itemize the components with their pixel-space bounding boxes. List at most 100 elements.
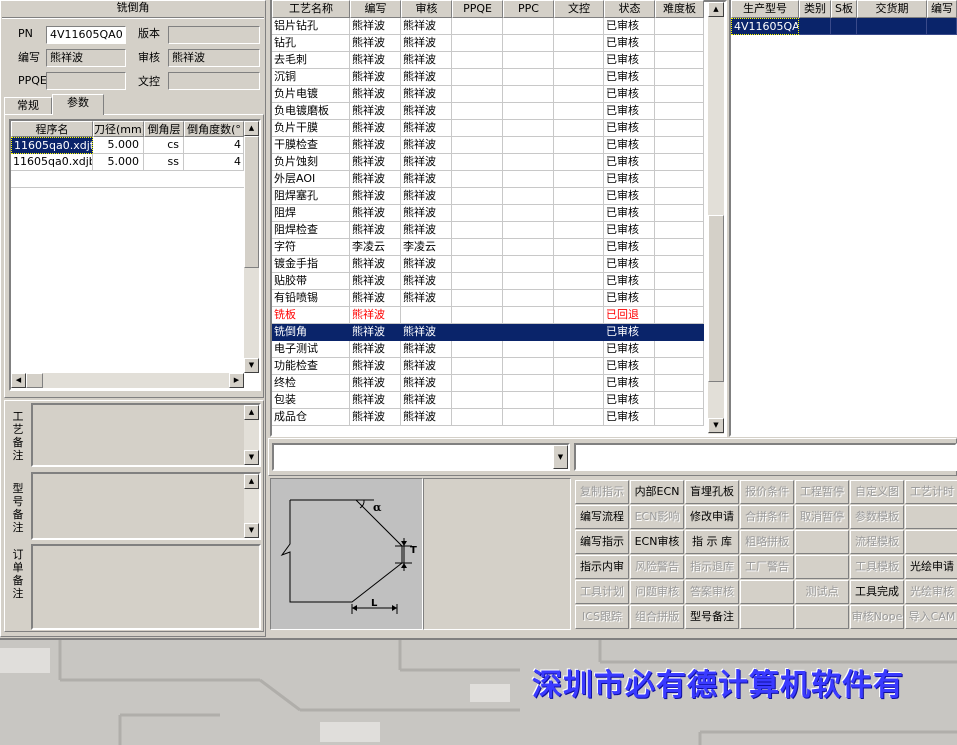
action-button-3-6[interactable]: 光绘申请 xyxy=(905,555,957,579)
action-button-3-1[interactable]: 风险警告 xyxy=(630,555,684,579)
action-button-0-6[interactable]: 工艺计时 xyxy=(905,480,957,504)
scroll-up-icon[interactable]: ▲ xyxy=(244,474,259,489)
action-button-1-2[interactable]: 修改申请 xyxy=(685,505,739,529)
table-row[interactable]: 干膜检查 熊祥波 熊祥波 已审核 xyxy=(272,137,704,154)
action-button-3-3[interactable]: 工厂警告 xyxy=(740,555,794,579)
process-col-header[interactable]: 文控 xyxy=(554,0,604,18)
action-button-4-0[interactable]: 工具计划 xyxy=(575,580,629,604)
order-col-header[interactable]: 类别 xyxy=(799,0,831,18)
order-col-header[interactable]: 交货期 xyxy=(857,0,927,18)
action-button-5-0[interactable]: ICS跟踪 xyxy=(575,605,629,629)
tab-general[interactable]: 常规 xyxy=(4,97,52,115)
doc-field[interactable] xyxy=(168,72,260,90)
process-col-header[interactable]: 审核 xyxy=(401,0,452,18)
order-col-header[interactable]: 编写 xyxy=(927,0,957,18)
param-col-layer[interactable]: 倒角层 xyxy=(144,121,184,137)
scroll-up-icon[interactable]: ▲ xyxy=(708,2,724,17)
scroll-left-icon[interactable]: ◀ xyxy=(11,373,26,388)
action-button-2-1[interactable]: ECN审核 xyxy=(630,530,684,554)
action-button-2-2[interactable]: 指 示 库 xyxy=(685,530,739,554)
param-hscroll-thumb[interactable] xyxy=(26,373,43,388)
action-button-5-5[interactable]: 审核Nope xyxy=(850,605,904,629)
action-button-4-4[interactable]: 测试点 xyxy=(795,580,849,604)
action-button-3-5[interactable]: 工具模板 xyxy=(850,555,904,579)
scroll-right-icon[interactable]: ▶ xyxy=(229,373,244,388)
action-button-4-1[interactable]: 问题审核 xyxy=(630,580,684,604)
param-col-diameter[interactable]: 刀径(mm) xyxy=(93,121,144,137)
table-row[interactable]: 钻孔 熊祥波 熊祥波 已审核 xyxy=(272,35,704,52)
table-row[interactable]: 负电镀磨板 熊祥波 熊祥波 已审核 xyxy=(272,103,704,120)
tab-params[interactable]: 参数 xyxy=(52,94,104,115)
table-row[interactable]: 去毛刺 熊祥波 熊祥波 已审核 xyxy=(272,52,704,69)
order-col-header[interactable]: 生产型号 xyxy=(731,0,799,18)
action-button-1-1[interactable]: ECN影响 xyxy=(630,505,684,529)
action-button-0-0[interactable]: 复制指示 xyxy=(575,480,629,504)
table-row[interactable]: 功能检查 熊祥波 熊祥波 已审核 xyxy=(272,358,704,375)
table-row[interactable]: 外层AOI 熊祥波 熊祥波 已审核 xyxy=(272,171,704,188)
process-col-header[interactable]: 工艺名称 xyxy=(272,0,350,18)
action-button-5-1[interactable]: 组合拼版 xyxy=(630,605,684,629)
table-row[interactable]: 电子测试 熊祥波 熊祥波 已审核 xyxy=(272,341,704,358)
table-row[interactable]: 阻焊塞孔 熊祥波 熊祥波 已审核 xyxy=(272,188,704,205)
order-note-field[interactable] xyxy=(31,544,261,630)
param-col-degree[interactable]: 倒角度数(° xyxy=(184,121,244,137)
action-button-3-0[interactable]: 指示内审 xyxy=(575,555,629,579)
action-button-1-0[interactable]: 编写流程 xyxy=(575,505,629,529)
chevron-down-icon[interactable]: ▼ xyxy=(553,445,568,469)
action-button-2-5[interactable]: 流程模板 xyxy=(850,530,904,554)
process-vscroll-thumb[interactable] xyxy=(708,215,724,382)
table-row[interactable]: 阻焊 熊祥波 熊祥波 已审核 xyxy=(272,205,704,222)
process-col-header[interactable]: 难度板 xyxy=(655,0,704,18)
table-row[interactable]: 沉铜 熊祥波 熊祥波 已审核 xyxy=(272,69,704,86)
action-button-3-2[interactable]: 指示退库 xyxy=(685,555,739,579)
param-row[interactable]: 11605qa0.xdjt 5.000 cs 4 xyxy=(11,137,244,154)
action-button-1-4[interactable]: 取消暂停 xyxy=(795,505,849,529)
param-col-name[interactable]: 程序名 xyxy=(11,121,93,137)
table-row[interactable]: 包装 熊祥波 熊祥波 已审核 xyxy=(272,392,704,409)
param-row[interactable]: 11605qa0.xdjb 5.000 ss 4 xyxy=(11,154,244,171)
action-button-2-0[interactable]: 编写指示 xyxy=(575,530,629,554)
action-button-0-5[interactable]: 自定义图 xyxy=(850,480,904,504)
review-field[interactable]: 熊祥波 xyxy=(168,49,260,67)
table-row[interactable]: 铣倒角 熊祥波 熊祥波 已审核 xyxy=(272,324,704,341)
action-button-5-6[interactable]: 导入CAM xyxy=(905,605,957,629)
process-col-header[interactable]: 状态 xyxy=(604,0,655,18)
action-button-1-3[interactable]: 合拼条件 xyxy=(740,505,794,529)
process-col-header[interactable]: PPC xyxy=(503,0,554,18)
action-button-0-2[interactable]: 盲埋孔板 xyxy=(685,480,739,504)
process-col-header[interactable]: PPQE xyxy=(452,0,503,18)
action-button-4-5[interactable]: 工具完成 xyxy=(850,580,904,604)
scroll-down-icon[interactable]: ▼ xyxy=(244,358,259,373)
table-row[interactable]: 负片电镀 熊祥波 熊祥波 已审核 xyxy=(272,86,704,103)
order-row[interactable]: 4V11605QA0 xyxy=(731,18,957,35)
table-row[interactable]: 字符 李凌云 李凌云 已审核 xyxy=(272,239,704,256)
version-field[interactable] xyxy=(168,26,260,44)
process-combo[interactable] xyxy=(272,443,570,471)
scroll-up-icon[interactable]: ▲ xyxy=(244,405,259,420)
table-row[interactable]: 负片蚀刻 熊祥波 熊祥波 已审核 xyxy=(272,154,704,171)
table-row[interactable]: 成品仓 熊祥波 熊祥波 已审核 xyxy=(272,409,704,426)
param-vscroll-thumb[interactable] xyxy=(244,136,259,268)
action-button-0-4[interactable]: 工程暂停 xyxy=(795,480,849,504)
pn-field[interactable]: 4V11605QA0 xyxy=(46,26,126,44)
process-note-field[interactable] xyxy=(31,403,261,467)
table-row[interactable]: 负片干膜 熊祥波 熊祥波 已审核 xyxy=(272,120,704,137)
scroll-down-icon[interactable]: ▼ xyxy=(708,418,724,433)
param-hscrollbar[interactable] xyxy=(11,373,244,388)
ppqe-field[interactable] xyxy=(46,72,126,90)
order-col-header[interactable]: S板 xyxy=(831,0,857,18)
process-col-header[interactable]: 编写 xyxy=(350,0,401,18)
table-row[interactable]: 阻焊检查 熊祥波 熊祥波 已审核 xyxy=(272,222,704,239)
action-button-4-6[interactable]: 光绘审核 xyxy=(905,580,957,604)
action-button-1-5[interactable]: 参数模板 xyxy=(850,505,904,529)
scroll-down-icon[interactable]: ▼ xyxy=(244,450,259,465)
scroll-up-icon[interactable]: ▲ xyxy=(244,121,259,136)
model-note-field[interactable] xyxy=(31,472,261,540)
table-row[interactable]: 铝片钻孔 熊祥波 熊祥波 已审核 xyxy=(272,18,704,35)
action-button-0-3[interactable]: 报价条件 xyxy=(740,480,794,504)
action-button-4-2[interactable]: 答案审核 xyxy=(685,580,739,604)
action-button-2-3[interactable]: 粗略拼板 xyxy=(740,530,794,554)
table-row[interactable]: 镀金手指 熊祥波 熊祥波 已审核 xyxy=(272,256,704,273)
table-row[interactable]: 有铅喷锡 熊祥波 熊祥波 已审核 xyxy=(272,290,704,307)
action-button-5-2[interactable]: 型号备注 xyxy=(685,605,739,629)
